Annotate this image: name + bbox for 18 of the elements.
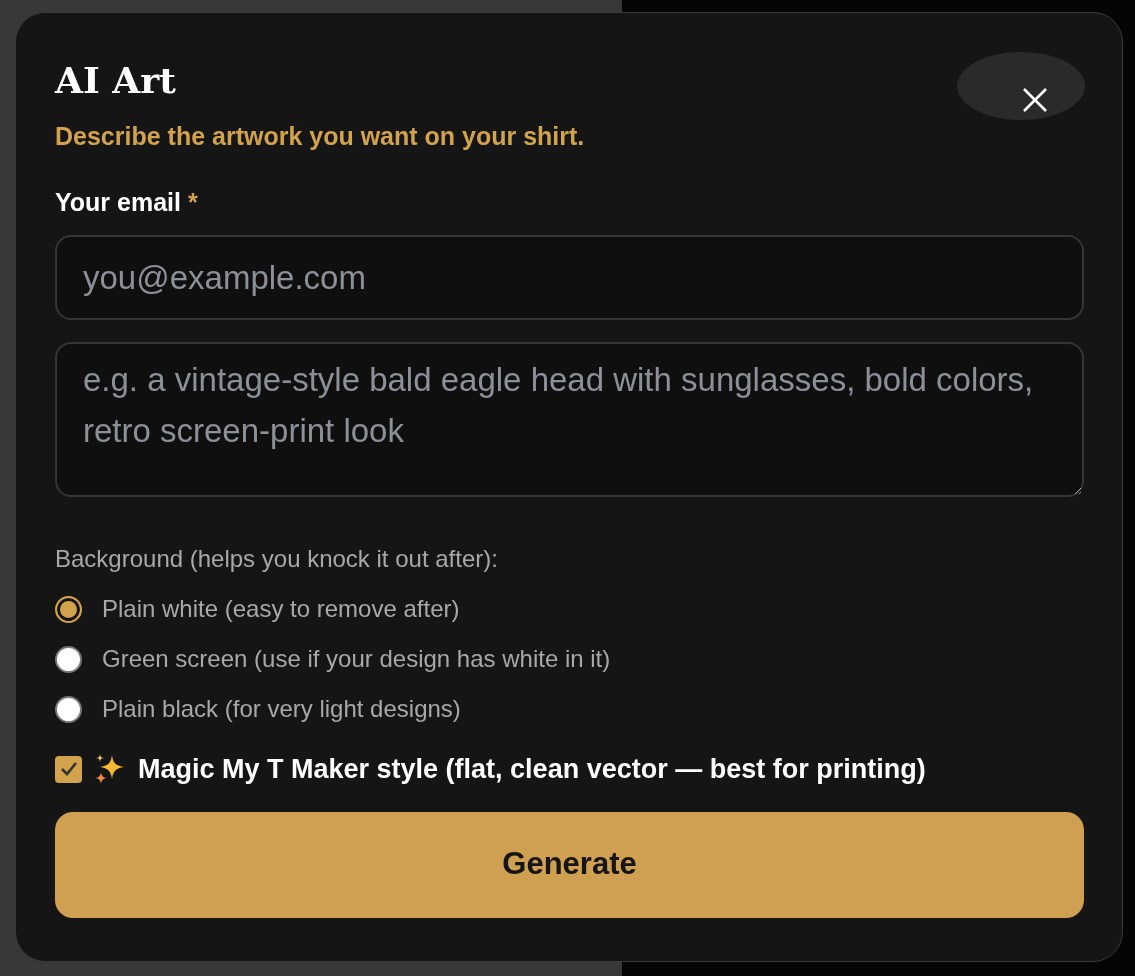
option-label: Plain black (for very light designs) bbox=[102, 694, 461, 725]
option-label: Plain white (easy to remove after) bbox=[102, 594, 460, 625]
checkbox[interactable] bbox=[55, 755, 82, 783]
checkbox-label: Magic My T Maker style (flat, clean vector — best for printing) bbox=[138, 753, 926, 787]
description-field[interactable]: e.g. a vintage-style bald eagle head with sunglasses, bold colors, retro screen-print look bbox=[55, 342, 1084, 498]
background-label: Background (helps you knock it out after): bbox=[55, 544, 499, 575]
check-icon bbox=[59, 761, 78, 778]
required-mark: * bbox=[187, 187, 198, 216]
generate-button[interactable]: Generate bbox=[55, 811, 1084, 918]
radio-button[interactable] bbox=[55, 645, 82, 673]
radio-button[interactable] bbox=[55, 595, 82, 623]
field-label: Your email bbox=[55, 187, 182, 216]
radio-button[interactable] bbox=[55, 695, 82, 723]
dialog-subtitle: Describe the artwork you want on your shirt. bbox=[55, 121, 586, 153]
option-label: Green screen (use if your design has white in it) bbox=[102, 644, 611, 675]
dialog-title: AI Art bbox=[55, 59, 176, 103]
email-field[interactable]: you@example.com bbox=[55, 235, 1084, 321]
close-icon bbox=[1022, 87, 1048, 113]
